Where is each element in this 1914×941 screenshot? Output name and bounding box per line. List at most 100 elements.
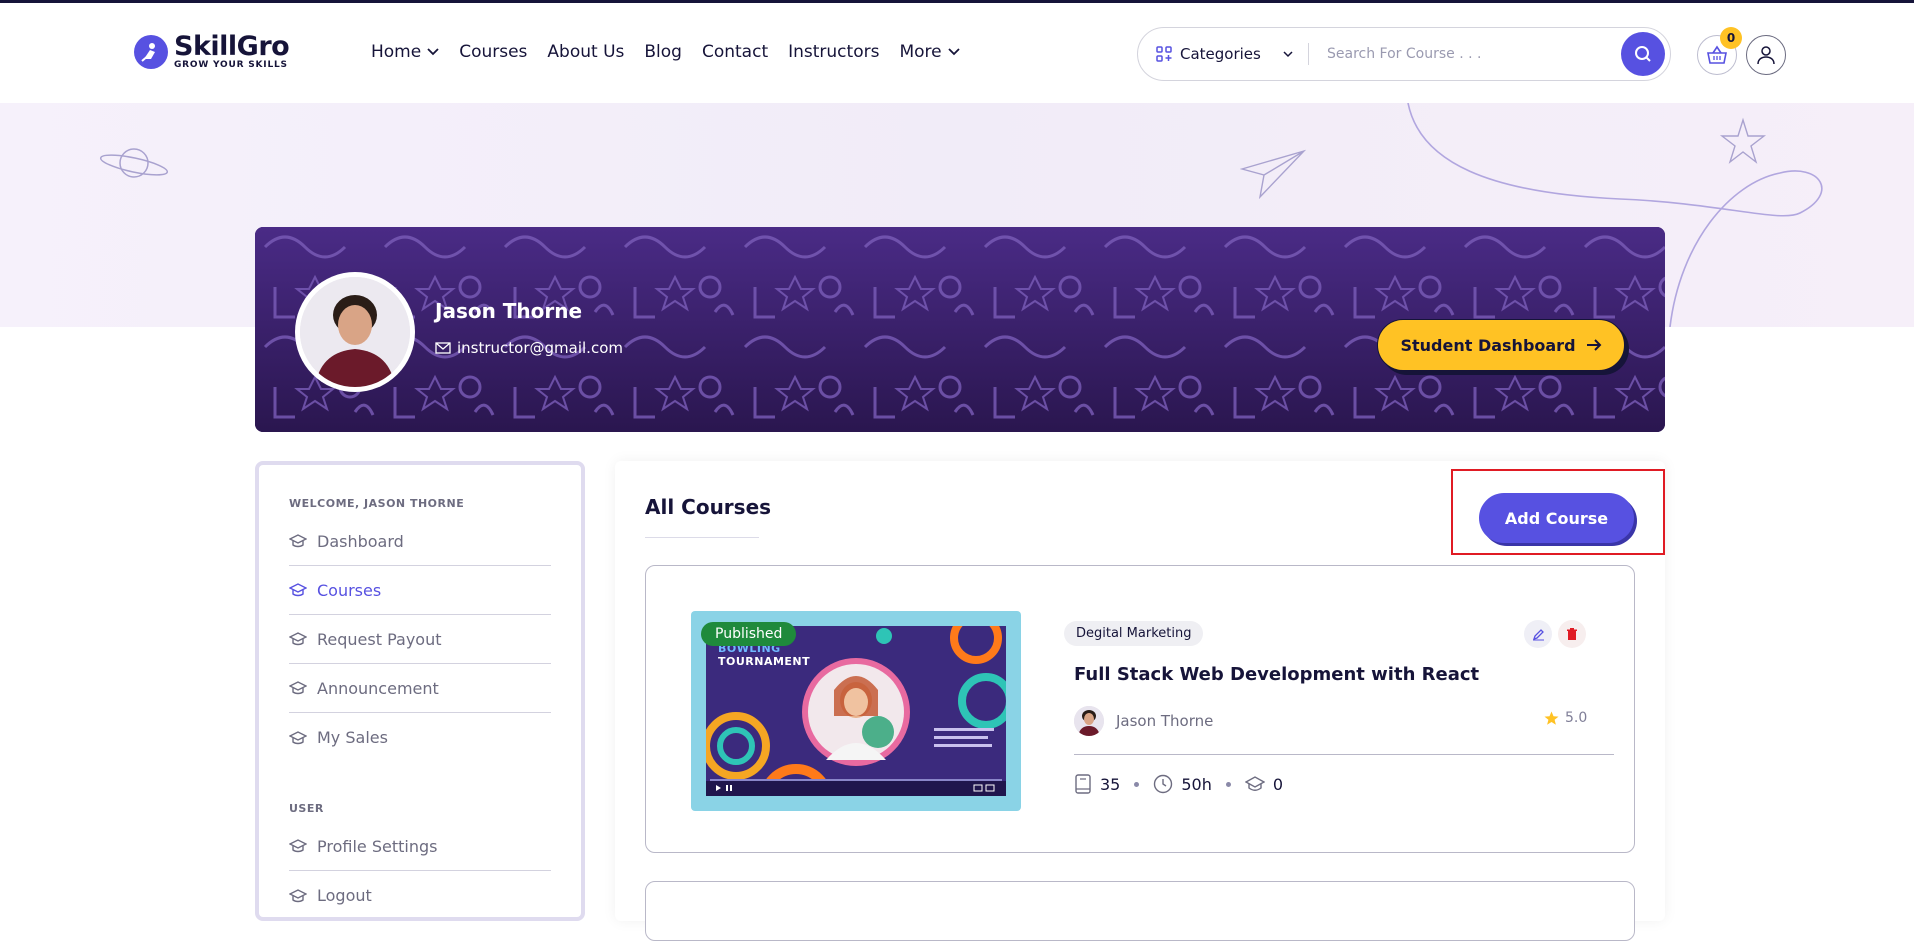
graduation-cap-icon (289, 534, 307, 548)
instructor-email: instructor@gmail.com (435, 339, 623, 357)
sidebar-item-my-sales[interactable]: My Sales (289, 713, 551, 762)
student-dashboard-button[interactable]: Student Dashboard (1377, 319, 1625, 371)
sidebar-item-announcement[interactable]: Announcement (289, 664, 551, 713)
sidebar-item-label: Courses (317, 580, 382, 600)
sidebar-item-label: Request Payout (317, 629, 442, 649)
graduation-cap-icon (289, 583, 307, 597)
nav-more[interactable]: More (899, 42, 960, 62)
course-divider (1074, 754, 1614, 755)
sidebar-welcome: WELCOME, JASON THORNE (289, 497, 465, 510)
nav-blog[interactable]: Blog (644, 42, 682, 62)
course-card (645, 881, 1635, 941)
graduation-cap-icon (289, 681, 307, 695)
chevron-down-icon (427, 48, 439, 56)
chevron-down-icon (947, 48, 960, 56)
meta-separator (1134, 781, 1140, 787)
sidebar-item-label: Profile Settings (317, 836, 438, 856)
graduation-cap-icon (1244, 776, 1265, 791)
sidebar-user-menu: Profile Settings Logout (289, 822, 551, 920)
cart-button[interactable]: 0 (1697, 27, 1742, 75)
graduation-cap-icon (289, 632, 307, 646)
sidebar-item-label: Dashboard (317, 531, 404, 551)
search-input[interactable] (1309, 46, 1599, 62)
lesson-count: 35 (1100, 774, 1121, 794)
instructor-email-text: instructor@gmail.com (457, 339, 623, 357)
author-avatar (1074, 706, 1104, 736)
delete-course-button[interactable] (1558, 620, 1586, 648)
course-card: BOWLING TOURNAMENT Published Degital Mar… (645, 565, 1635, 853)
graduation-cap-icon (289, 730, 307, 744)
mail-icon (435, 342, 451, 354)
edit-icon (1532, 628, 1544, 640)
sidebar-item-label: My Sales (317, 728, 388, 747)
meta-separator (1225, 781, 1231, 787)
student-dashboard-label: Student Dashboard (1400, 335, 1576, 355)
category-dropdown[interactable]: Categories (1138, 45, 1308, 63)
dashboard-sidebar: WELCOME, JASON THORNE Dashboard Courses … (255, 461, 585, 921)
sidebar-item-dashboard[interactable]: Dashboard (289, 517, 551, 566)
brand-name: SkillGro (174, 31, 290, 62)
sidebar-item-courses[interactable]: Courses (289, 566, 551, 615)
course-meta: 35 50h 0 (1074, 774, 1283, 794)
basket-icon (1707, 45, 1727, 64)
planet-decoration (99, 148, 169, 178)
category-tag[interactable]: Degital Marketing (1064, 621, 1204, 646)
nav-home-label: Home (371, 42, 422, 62)
star-icon (1544, 711, 1559, 725)
sidebar-user-title: USER (289, 802, 324, 815)
paper-plane-decoration (1240, 149, 1306, 199)
search-icon (1635, 46, 1651, 62)
add-course-button[interactable]: Add Course (1479, 493, 1634, 543)
search-button[interactable] (1621, 32, 1665, 76)
course-author: Jason Thorne (1074, 706, 1213, 736)
course-duration: 50h (1181, 774, 1212, 794)
sidebar-item-label: Announcement (317, 678, 439, 698)
nav-instructors-label: Instructors (788, 42, 880, 62)
nav-courses-label: Courses (459, 42, 528, 62)
nav-about[interactable]: About Us (547, 42, 624, 62)
user-account-button[interactable] (1746, 35, 1786, 75)
nav-blog-label: Blog (644, 42, 682, 62)
instructor-banner: Jason Thorne instructor@gmail.com Studen… (255, 227, 1665, 432)
main-nav: Home Courses About Us Blog Contact Instr… (371, 42, 960, 62)
student-count: 0 (1272, 774, 1284, 794)
title-underline (645, 537, 759, 538)
nav-contact-label: Contact (701, 42, 769, 62)
course-title[interactable]: Full Stack Web Development with React (1074, 664, 1479, 685)
rating-value: 5.0 (1565, 710, 1588, 726)
cart-count-badge: 0 (1720, 27, 1742, 49)
status-badge: Published (701, 622, 797, 646)
sidebar-menu: Dashboard Courses Request Payout Announc… (289, 517, 551, 762)
author-name[interactable]: Jason Thorne (1116, 712, 1213, 730)
site-header: SkillGro GROW YOUR SKILLS Home Courses A… (0, 3, 1914, 103)
user-icon (1757, 46, 1775, 65)
graduation-cap-icon (289, 839, 307, 853)
brand-tagline: GROW YOUR SKILLS (174, 60, 288, 70)
category-label: Categories (1180, 45, 1261, 63)
brand-logo[interactable]: SkillGro GROW YOUR SKILLS (134, 31, 290, 70)
edit-course-button[interactable] (1524, 620, 1552, 648)
nav-instructors[interactable]: Instructors (788, 42, 879, 62)
logo-icon (134, 34, 168, 69)
course-rating: 5.0 (1544, 710, 1587, 726)
nav-contact[interactable]: Contact (702, 42, 768, 62)
trash-icon (1567, 627, 1577, 640)
instructor-avatar (295, 272, 415, 392)
thumbnail-line-2: TOURNAMENT (718, 655, 811, 668)
instructor-name: Jason Thorne (435, 299, 583, 323)
arrow-right-icon (1586, 339, 1601, 351)
search-bar: Categories (1137, 27, 1671, 81)
courses-panel: All Courses Add Course BOWLING TOURNAMEN… (615, 461, 1665, 941)
page-title: All Courses (645, 495, 772, 519)
book-icon (1075, 774, 1091, 794)
chevron-down-icon (1283, 50, 1293, 57)
nav-home[interactable]: Home (371, 42, 439, 62)
nav-courses[interactable]: Courses (459, 42, 527, 62)
nav-about-label: About Us (547, 42, 625, 62)
clock-icon (1154, 774, 1173, 794)
sidebar-item-profile-settings[interactable]: Profile Settings (289, 822, 551, 871)
person-photo (300, 277, 410, 387)
sidebar-item-request-payout[interactable]: Request Payout (289, 615, 551, 664)
grid-icon (1156, 46, 1172, 62)
nav-more-label: More (899, 42, 942, 62)
